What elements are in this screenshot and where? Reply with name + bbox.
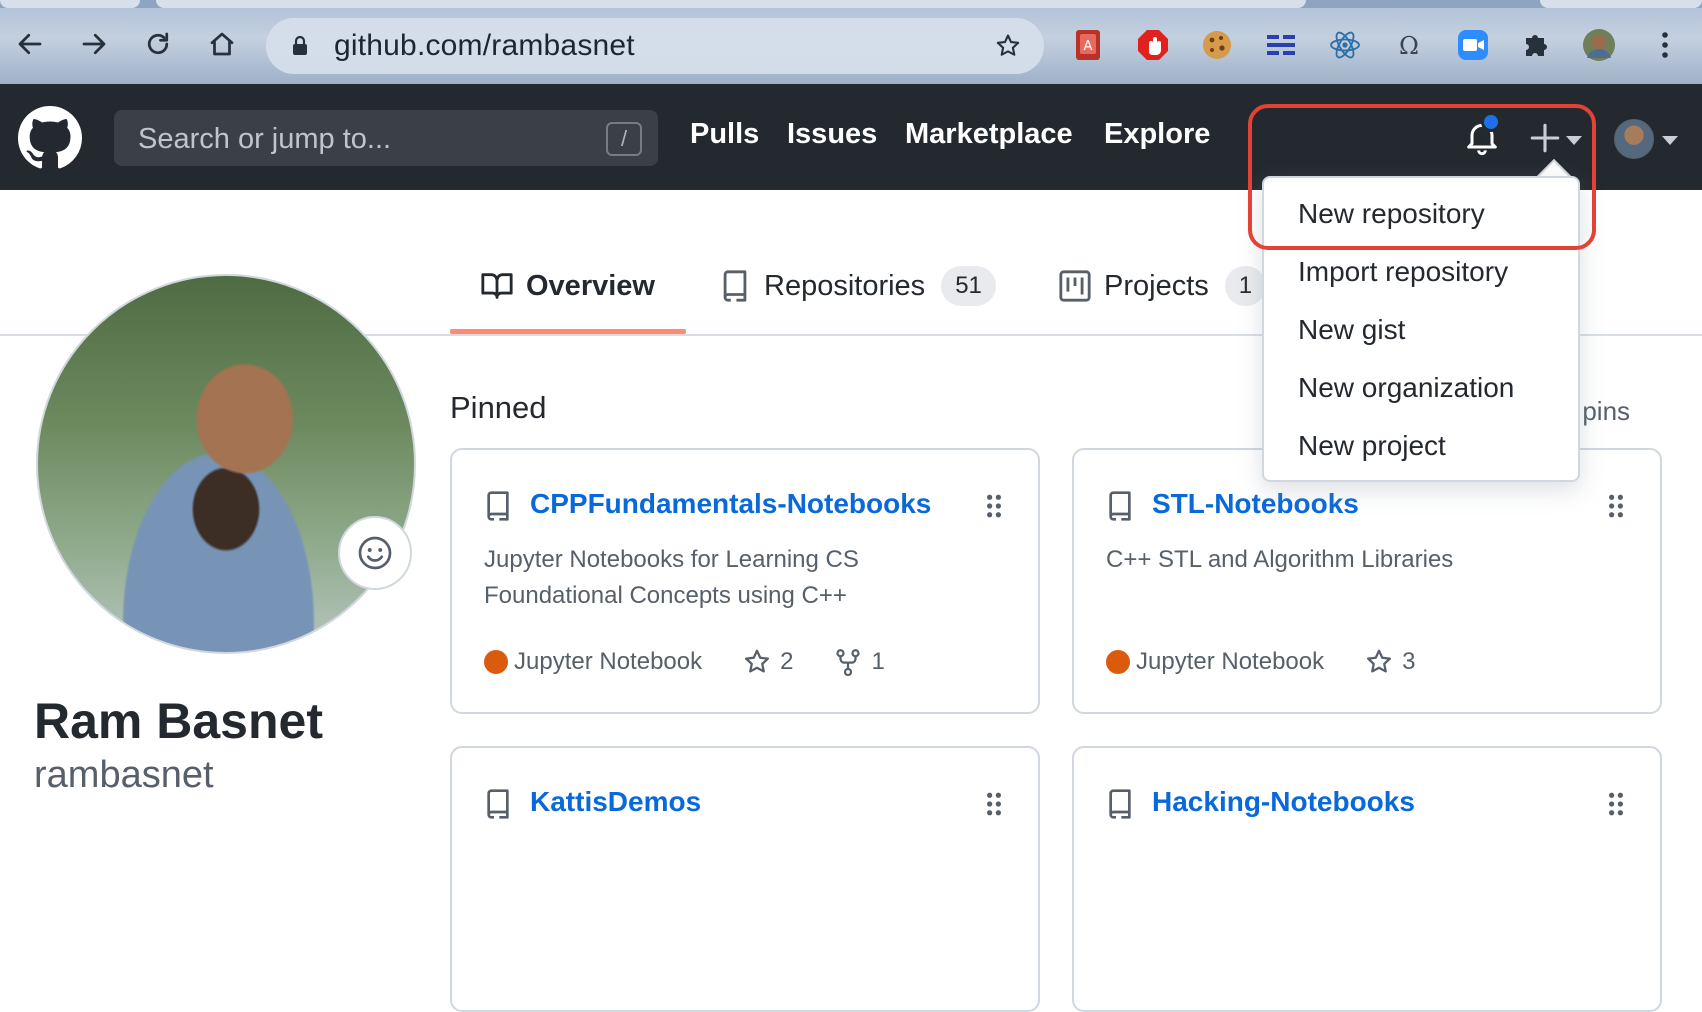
browser-tab-active[interactable] (156, 0, 1306, 8)
lock-icon (293, 35, 307, 55)
annotation-highlight-box (1248, 104, 1596, 250)
drag-handle-icon[interactable] (984, 790, 1004, 818)
bookmark-star-icon[interactable] (994, 32, 1022, 60)
extensions-puzzle-icon[interactable] (1520, 28, 1554, 62)
tab-overview-label: Overview (526, 269, 655, 302)
menu-item-new-organization[interactable]: New organization (1298, 372, 1514, 404)
address-bar[interactable]: github.com/rambasnet (266, 18, 1044, 74)
pinned-repo-card: Hacking-Notebooks (1072, 746, 1662, 1012)
browser-tab[interactable] (1540, 0, 1702, 8)
forward-button[interactable] (74, 24, 114, 64)
project-board-icon (1059, 270, 1091, 302)
home-button[interactable] (202, 24, 242, 64)
repo-forks-count[interactable]: 1 (871, 648, 884, 676)
repo-meta: Jupyter Notebook 3 (1106, 646, 1415, 678)
omega-extension-icon[interactable]: Ω (1392, 28, 1426, 62)
language-color-dot (1106, 650, 1130, 674)
tab-repositories[interactable]: Repositories 51 (718, 266, 996, 306)
home-icon (210, 32, 234, 56)
repo-name-link[interactable]: STL-Notebooks (1152, 488, 1359, 520)
star-icon[interactable] (1364, 647, 1394, 677)
tab-repositories-label: Repositories (764, 269, 926, 302)
user-menu-caret-icon[interactable] (1662, 136, 1678, 145)
translate-extension-icon[interactable] (1264, 28, 1298, 62)
repo-name-link[interactable]: KattisDemos (530, 786, 701, 818)
repo-stars-count[interactable]: 3 (1402, 648, 1415, 676)
profile-full-name: Ram Basnet (34, 693, 323, 749)
drag-handle-icon[interactable] (1606, 790, 1626, 818)
drag-handle-icon[interactable] (1606, 492, 1626, 520)
reload-button[interactable] (138, 24, 178, 64)
repo-language: Jupyter Notebook (1136, 648, 1325, 675)
react-devtools-icon[interactable] (1328, 28, 1362, 62)
browser-menu-kebab-icon[interactable] (1648, 28, 1682, 62)
repo-icon (1109, 491, 1131, 521)
repo-language: Jupyter Notebook (514, 648, 703, 675)
reload-icon (147, 32, 169, 55)
back-arrow-icon (18, 33, 42, 55)
user-avatar[interactable] (1614, 119, 1654, 159)
star-icon[interactable] (742, 647, 772, 677)
nav-pulls[interactable]: Pulls (690, 118, 759, 151)
search-shortcut-key: / (606, 122, 642, 156)
pinned-repo-card: CPPFundamentals-Notebooks Jupyter Notebo… (450, 448, 1040, 714)
menu-item-import-repository[interactable]: Import repository (1298, 256, 1508, 288)
browser-profile-avatar[interactable] (1582, 28, 1616, 62)
repo-description: C++ STL and Algorithm Libraries (1106, 546, 1454, 573)
search-input[interactable]: Search or jump to... / (114, 110, 658, 166)
language-color-dot (484, 650, 508, 674)
repo-icon (1109, 789, 1131, 819)
browser-tab[interactable] (0, 0, 140, 8)
profile-avatar[interactable] (36, 274, 416, 654)
repo-icon (487, 789, 509, 819)
browser-toolbar: github.com/rambasnet A Ω (0, 0, 1702, 84)
repo-meta: Jupyter Notebook 2 1 (484, 646, 885, 678)
fork-icon[interactable] (833, 647, 863, 677)
smiley-icon (358, 536, 392, 570)
forward-arrow-icon (82, 33, 106, 55)
cookie-extension-icon[interactable] (1200, 28, 1234, 62)
search-placeholder: Search or jump to... (138, 123, 392, 155)
adblock-extension-icon[interactable] (1136, 28, 1170, 62)
repo-stars-count[interactable]: 2 (780, 648, 793, 676)
repo-icon (723, 270, 747, 302)
pinned-repo-card: KattisDemos (450, 746, 1040, 1012)
profile-username: rambasnet (34, 754, 214, 796)
svg-text:A: A (1084, 39, 1093, 54)
pdf-extension-icon[interactable]: A (1072, 28, 1106, 62)
nav-explore[interactable]: Explore (1104, 118, 1210, 151)
github-logo-icon[interactable] (18, 106, 82, 170)
nav-marketplace[interactable]: Marketplace (905, 118, 1073, 151)
menu-item-new-gist[interactable]: New gist (1298, 314, 1405, 346)
tab-overview[interactable]: Overview (480, 266, 655, 306)
svg-text:Ω: Ω (1399, 32, 1419, 60)
drag-handle-icon[interactable] (984, 492, 1004, 520)
address-bar-url[interactable]: github.com/rambasnet (334, 29, 635, 63)
projects-count-badge: 1 (1224, 266, 1267, 306)
back-button[interactable] (10, 24, 50, 64)
repo-icon (487, 491, 509, 521)
tab-projects-label: Projects (1104, 269, 1209, 302)
repositories-count-badge: 51 (941, 266, 996, 306)
book-icon (481, 273, 513, 299)
menu-item-new-project[interactable]: New project (1298, 430, 1446, 462)
pinned-heading: Pinned (450, 390, 547, 425)
repo-name-link[interactable]: Hacking-Notebooks (1152, 786, 1415, 818)
zoom-extension-icon[interactable] (1456, 28, 1490, 62)
repo-description: Jupyter Notebooks for Learning CS Founda… (484, 546, 859, 609)
nav-issues[interactable]: Issues (787, 118, 877, 151)
tab-projects[interactable]: Projects 1 (1058, 266, 1267, 306)
repo-name-link[interactable]: CPPFundamentals-Notebooks (530, 488, 931, 520)
pinned-repo-card: STL-Notebooks C++ STL and Algorithm Libr… (1072, 448, 1662, 714)
set-status-button[interactable] (338, 516, 412, 590)
